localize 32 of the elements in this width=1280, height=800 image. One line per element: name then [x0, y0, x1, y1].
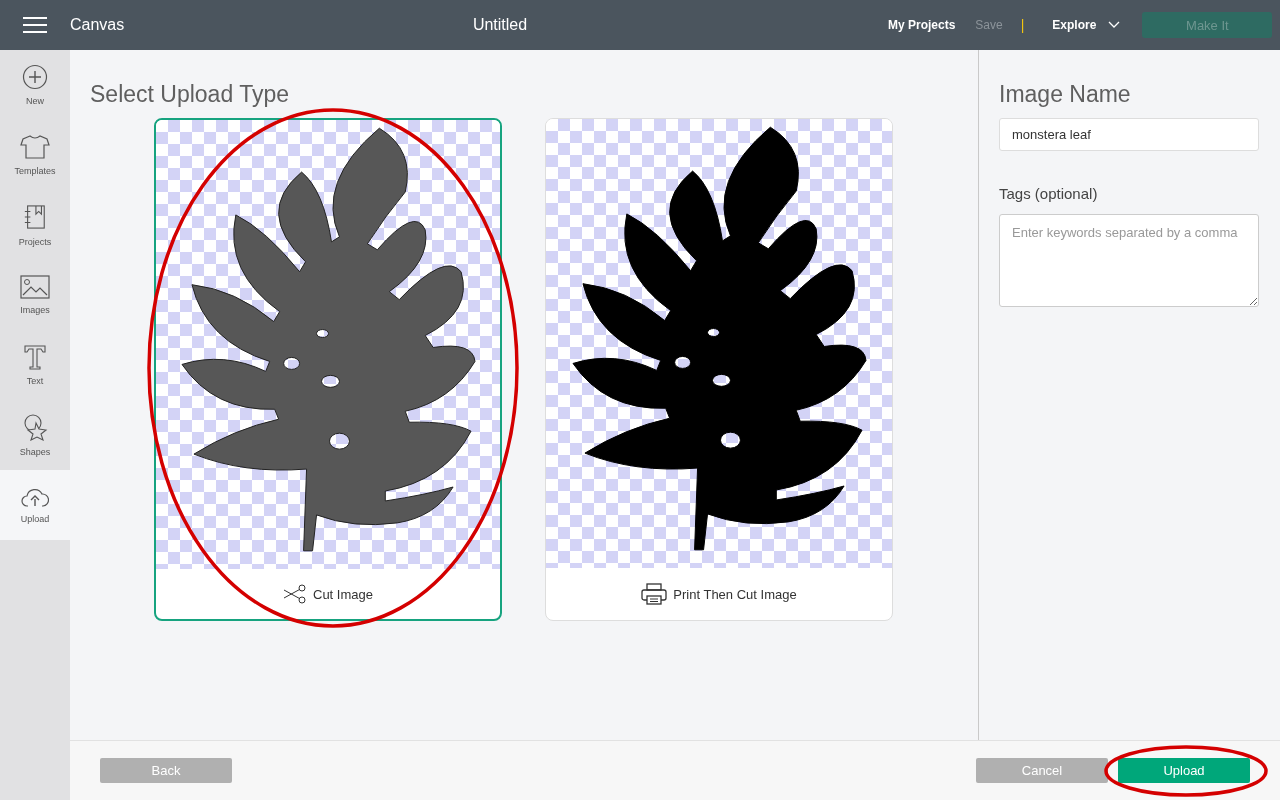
sidebar-item[interactable]: Projects [0, 190, 70, 260]
upload-icon [21, 486, 49, 508]
upload-type-card[interactable]: Cut Image [154, 118, 502, 621]
chevron-down-icon [1108, 21, 1121, 29]
explore-menu[interactable]: Explore [1052, 18, 1121, 32]
nav-link[interactable]: My Projects [888, 18, 956, 32]
text-icon [23, 344, 47, 370]
tags-label: Tags (optional) [999, 185, 1099, 202]
sidebar-item[interactable]: New [0, 50, 70, 120]
new-icon [22, 64, 48, 90]
templates-icon [20, 134, 50, 160]
card-label: Print Then Cut Image [673, 586, 797, 602]
image-name-input[interactable]: monstera leaf [999, 118, 1259, 151]
app-title: Canvas [70, 16, 126, 34]
sidebar-item[interactable]: Shapes [0, 400, 70, 470]
printer-icon [641, 583, 668, 605]
shapes-icon [22, 413, 48, 441]
tags-input[interactable]: Enter keywords separated by a comma [999, 214, 1259, 307]
separator-text: | [1020, 17, 1025, 33]
card-label: Cut Image [313, 586, 373, 602]
images-icon [20, 275, 50, 299]
upload-type-card[interactable]: Print Then Cut Image [545, 118, 893, 621]
sidebar-item[interactable]: Text [0, 330, 70, 400]
menu-icon[interactable] [23, 16, 47, 34]
image-name-label: Image Name [999, 80, 1132, 108]
document-title: Untitled [472, 16, 528, 34]
sidebar-item[interactable]: Images [0, 260, 70, 330]
sidebar-item[interactable]: Templates [0, 120, 70, 190]
sidebar-item[interactable]: Upload [0, 470, 70, 540]
scissors-icon [283, 584, 307, 604]
projects-icon [23, 203, 47, 231]
page-heading: Select Upload Type [90, 80, 291, 108]
